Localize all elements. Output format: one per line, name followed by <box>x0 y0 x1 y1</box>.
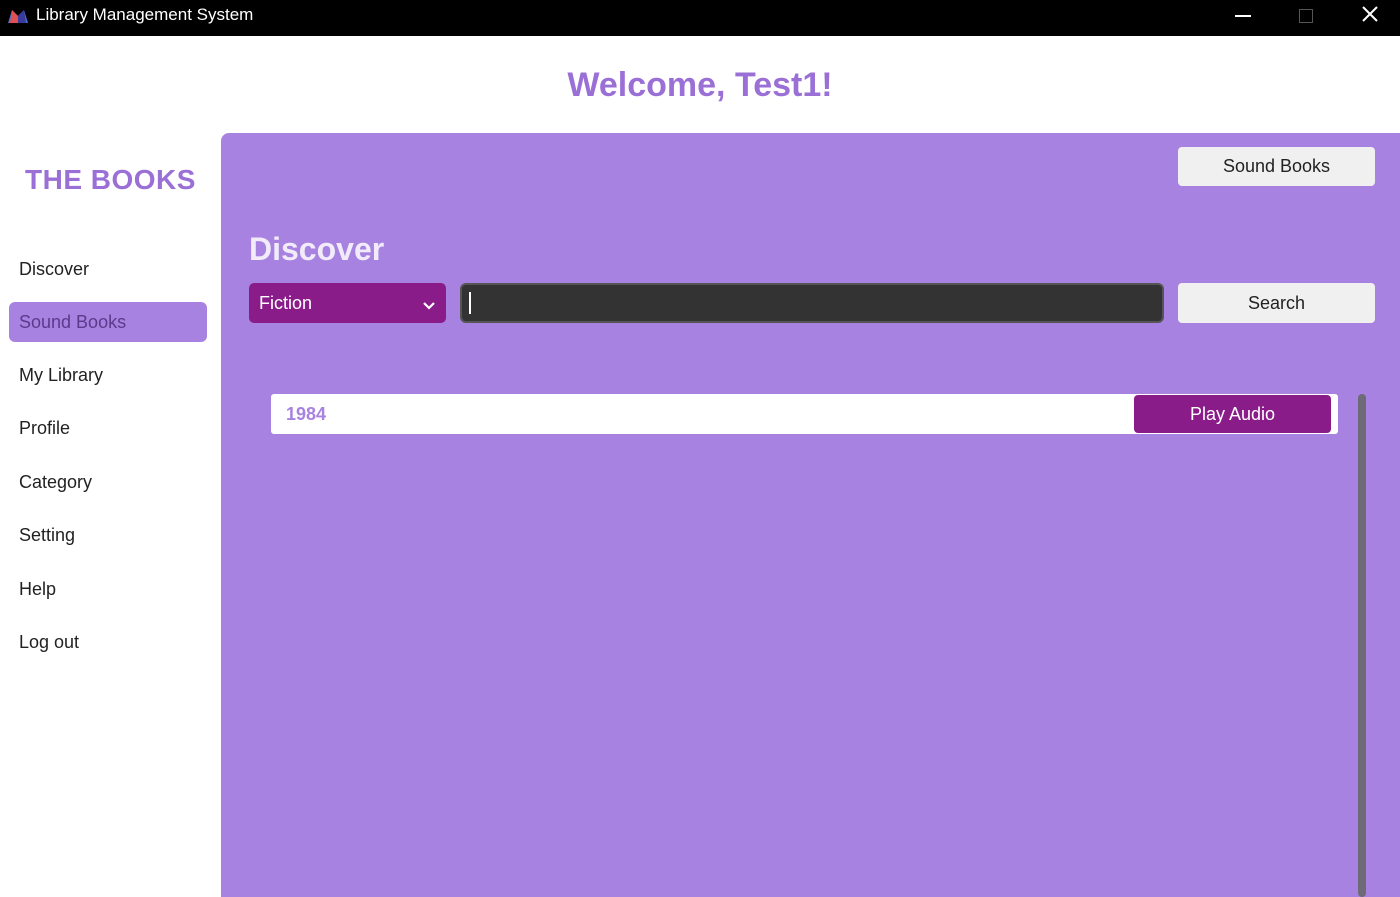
text-cursor <box>469 292 471 314</box>
category-selected-value: Fiction <box>259 292 313 313</box>
window-title: Library Management System <box>36 5 254 24</box>
list-item: 1984 Play Audio <box>271 394 1338 434</box>
books-icon <box>7 7 29 25</box>
close-icon <box>1362 5 1378 27</box>
section-title: Discover <box>249 231 385 267</box>
maximize-button[interactable] <box>1276 0 1336 32</box>
title-bar: Library Management System <box>0 0 1400 36</box>
brand-title: THE BOOKS <box>25 164 196 195</box>
play-audio-button[interactable]: Play Audio <box>1134 395 1331 433</box>
sidebar-item-discover[interactable]: Discover <box>9 249 207 289</box>
sidebar-item-category[interactable]: Category <box>9 462 207 502</box>
sidebar-item-help[interactable]: Help <box>9 569 207 609</box>
search-button[interactable]: Search <box>1178 283 1375 323</box>
category-dropdown[interactable]: Fiction <box>249 283 446 323</box>
book-title: 1984 <box>286 403 327 424</box>
sidebar-item-sound-books[interactable]: Sound Books <box>9 302 207 342</box>
chevron-down-icon <box>422 296 436 310</box>
minimize-icon <box>1235 15 1251 17</box>
minimize-button[interactable] <box>1213 0 1273 32</box>
sidebar-item-setting[interactable]: Setting <box>9 515 207 555</box>
welcome-heading: Welcome, Test1! <box>567 66 833 104</box>
scrollbar[interactable] <box>1358 394 1366 897</box>
sidebar-item-my-library[interactable]: My Library <box>9 355 207 395</box>
close-button[interactable] <box>1340 0 1400 32</box>
main-panel: Sound Books Discover Fiction Search 1984… <box>221 133 1400 897</box>
search-input[interactable] <box>460 283 1164 323</box>
sidebar-item-profile[interactable]: Profile <box>9 408 207 448</box>
sound-books-button[interactable]: Sound Books <box>1178 147 1375 186</box>
app-window: Library Management System Welcome, Test1… <box>0 0 1400 897</box>
maximize-icon <box>1299 9 1313 23</box>
sidebar-item-log-out[interactable]: Log out <box>9 622 207 662</box>
